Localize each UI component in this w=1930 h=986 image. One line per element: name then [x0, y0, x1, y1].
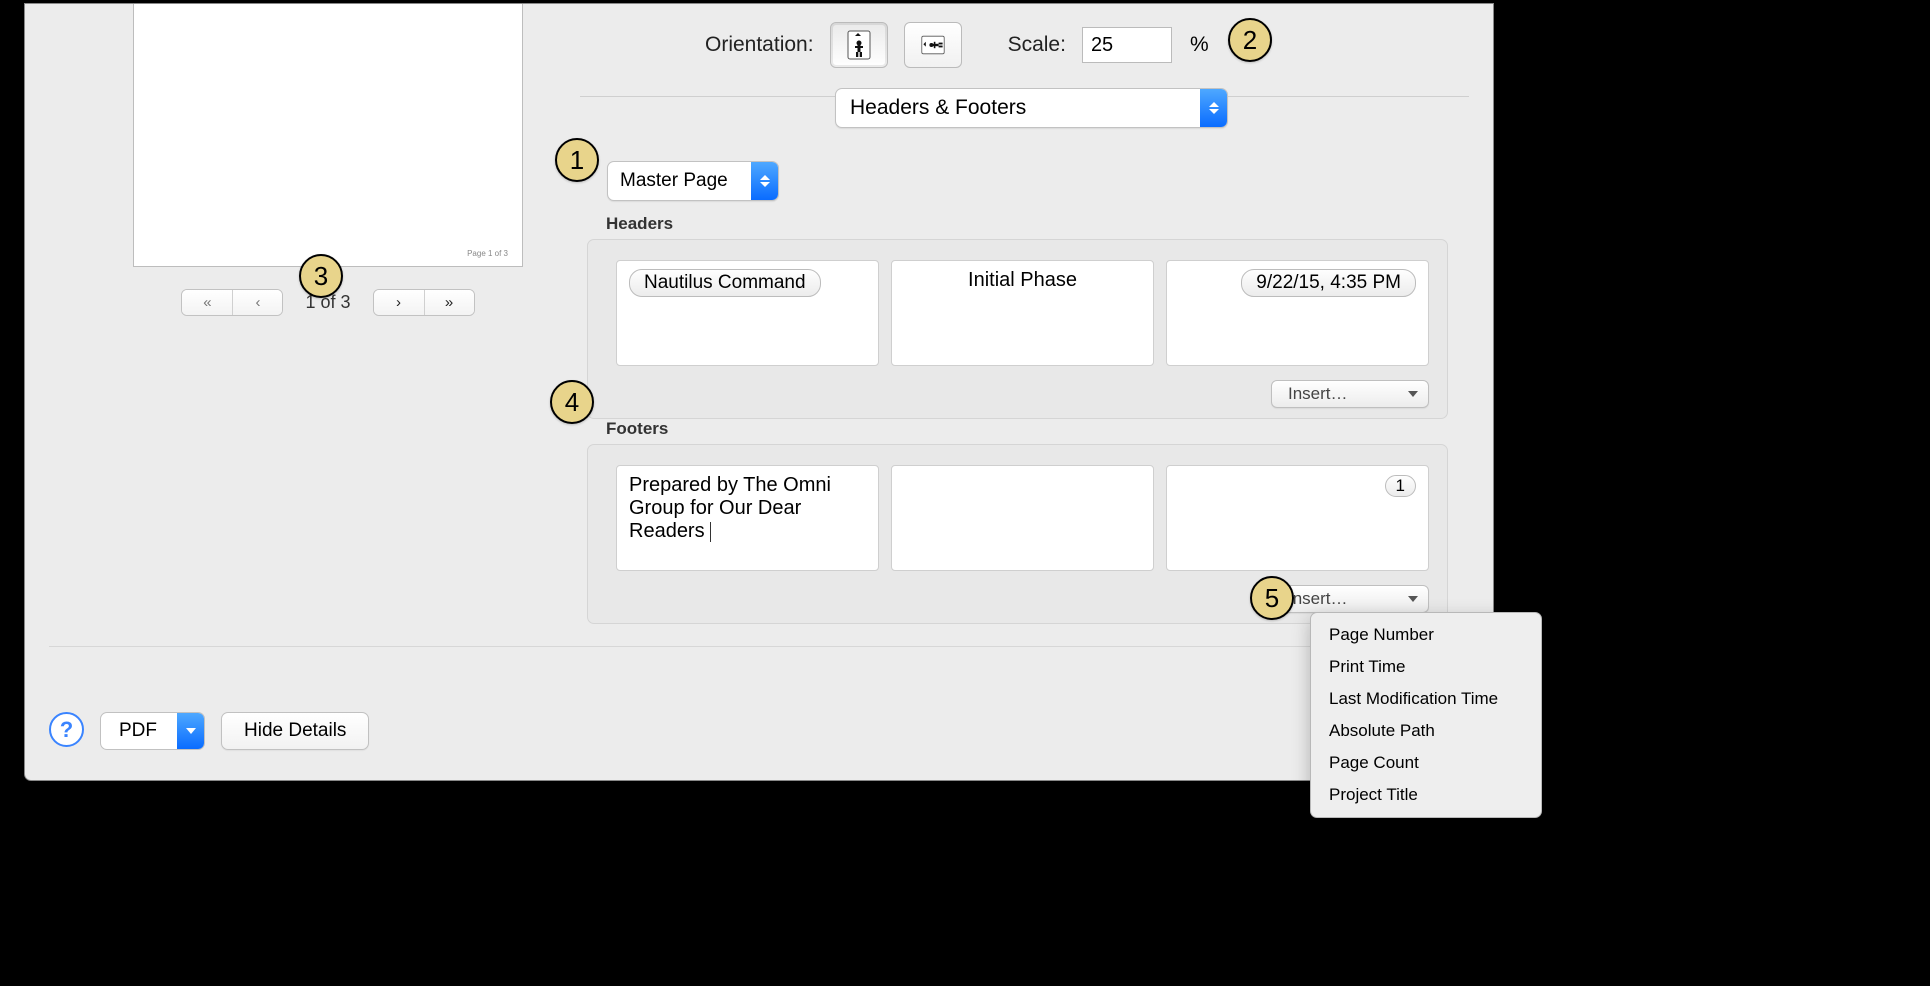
- header-center-cell[interactable]: Initial Phase: [891, 260, 1154, 366]
- footer-right-cell[interactable]: 1: [1166, 465, 1429, 571]
- callout-3: 3: [299, 254, 343, 298]
- pane-select[interactable]: Headers & Footers: [835, 88, 1228, 128]
- insert-menu-item[interactable]: Print Time: [1311, 651, 1541, 683]
- header-right-cell[interactable]: 9/22/15, 4:35 PM: [1166, 260, 1429, 366]
- nav-fwd-pair: › »: [373, 289, 475, 316]
- portrait-button[interactable]: [830, 22, 888, 68]
- page-scope-select[interactable]: Master Page: [607, 161, 779, 201]
- print-dialog: Page 1 of 3 « ‹ 1 of 3 › » Orientation:: [24, 3, 1494, 781]
- page-scope-label: Master Page: [608, 170, 751, 192]
- insert-menu: Page Number Print Time Last Modification…: [1310, 612, 1542, 818]
- callout-2: 2: [1228, 18, 1272, 62]
- insert-menu-item[interactable]: Last Modification Time: [1311, 683, 1541, 715]
- portrait-icon: [847, 30, 871, 60]
- headers-title: Headers: [606, 214, 673, 234]
- bottom-bar: ? PDF Hide Details Cancel: [25, 682, 1493, 780]
- text-caret: [710, 522, 711, 542]
- prev-page-button[interactable]: ‹: [232, 290, 282, 315]
- page-preview: Page 1 of 3: [133, 4, 523, 267]
- scale-label: Scale:: [1008, 33, 1066, 57]
- insert-menu-item[interactable]: Project Title: [1311, 779, 1541, 811]
- header-right-token[interactable]: 9/22/15, 4:35 PM: [1241, 269, 1416, 297]
- landscape-icon: [921, 30, 945, 60]
- headers-insert-button[interactable]: Insert…: [1271, 380, 1429, 408]
- pane-select-label: Headers & Footers: [836, 96, 1200, 120]
- headers-panel: Headers Nautilus Command Initial Phase 9…: [587, 239, 1448, 419]
- pdf-label: PDF: [101, 720, 177, 742]
- footers-insert-label: Insert…: [1288, 589, 1348, 608]
- insert-menu-item[interactable]: Absolute Path: [1311, 715, 1541, 747]
- preview-footer-text: Page 1 of 3: [467, 249, 508, 258]
- stepper-icon: [1200, 89, 1227, 127]
- footer-left-cell[interactable]: Prepared by The Omni Group for Our Dear …: [616, 465, 879, 571]
- footer-center-cell[interactable]: [891, 465, 1154, 571]
- footer-left-text: Prepared by The Omni Group for Our Dear …: [629, 474, 831, 542]
- scale-unit: %: [1190, 33, 1209, 57]
- next-page-button[interactable]: ›: [374, 290, 424, 315]
- chevron-down-icon: [1408, 391, 1418, 397]
- orientation-label: Orientation:: [705, 33, 814, 57]
- hide-details-button[interactable]: Hide Details: [221, 712, 369, 750]
- insert-menu-item[interactable]: Page Count: [1311, 747, 1541, 779]
- chevron-down-icon: [1408, 596, 1418, 602]
- scale-input[interactable]: [1082, 27, 1172, 63]
- callout-1: 1: [555, 138, 599, 182]
- header-left-cell[interactable]: Nautilus Command: [616, 260, 879, 366]
- footer-right-token[interactable]: 1: [1385, 475, 1416, 497]
- stepper-icon: [751, 162, 778, 200]
- landscape-button[interactable]: [904, 22, 962, 68]
- nav-back-pair: « ‹: [181, 289, 283, 316]
- headers-insert-label: Insert…: [1288, 384, 1348, 403]
- first-page-button[interactable]: «: [182, 290, 232, 315]
- callout-5: 5: [1250, 576, 1294, 620]
- header-left-token[interactable]: Nautilus Command: [629, 269, 821, 297]
- chevron-down-icon: [177, 713, 204, 749]
- footers-panel: Footers Prepared by The Omni Group for O…: [587, 444, 1448, 624]
- pdf-button[interactable]: PDF: [100, 712, 205, 750]
- footers-insert-button[interactable]: Insert…: [1271, 585, 1429, 613]
- last-page-button[interactable]: »: [424, 290, 474, 315]
- orientation-row: Orientation: Scale:: [585, 22, 1469, 68]
- callout-4: 4: [550, 380, 594, 424]
- footers-title: Footers: [606, 419, 668, 439]
- help-button[interactable]: ?: [49, 712, 84, 747]
- divider-bottom: [49, 646, 1469, 647]
- insert-menu-item[interactable]: Page Number: [1311, 619, 1541, 651]
